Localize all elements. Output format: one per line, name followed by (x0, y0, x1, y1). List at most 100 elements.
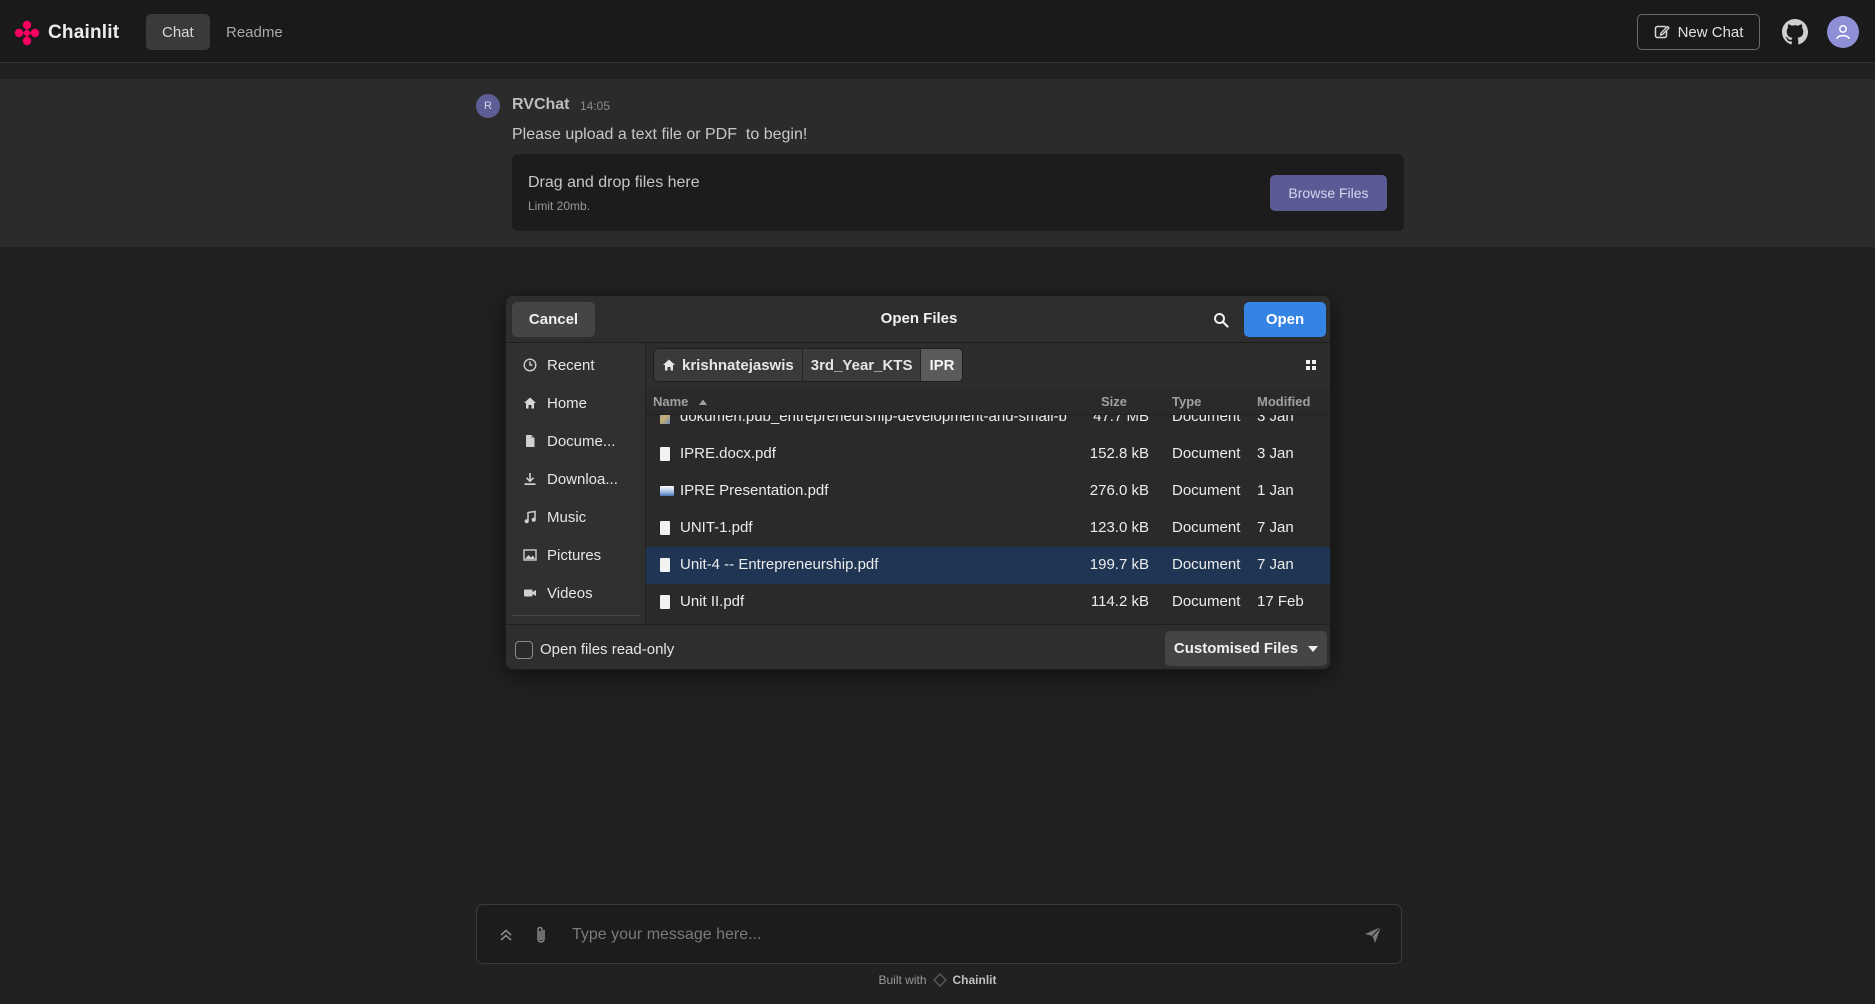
file-name: IPRE Presentation.pdf (680, 482, 829, 499)
pdf-file-icon (660, 521, 670, 535)
sidebar-divider (512, 615, 640, 616)
dropzone-title: Drag and drop files here (528, 174, 700, 191)
file-modified: 3 Jan (1257, 415, 1294, 425)
file-type: Document (1172, 445, 1241, 462)
places-sidebar: Recent Home Docume... Downloa... Music P… (506, 343, 646, 624)
chevron-down-icon (1308, 645, 1319, 652)
file-name: dokumen.pub_entrepreneurship-development… (680, 415, 1067, 425)
presentation-file-icon (660, 486, 674, 496)
file-row-selected[interactable]: Unit-4 -- Entrepreneurship.pdf 199.7 kB … (646, 547, 1330, 584)
column-name-label: Name (653, 394, 689, 409)
sort-ascending-icon (699, 399, 708, 405)
chainlit-logo[interactable]: Chainlit (14, 20, 119, 46)
breadcrumb-home[interactable]: krishnatejaswis (654, 349, 803, 381)
breadcrumb: krishnatejaswis 3rd_Year_KTS IPR (653, 348, 964, 382)
sidebar-item-documents[interactable]: Docume... (506, 422, 645, 460)
file-name: IPRE.docx.pdf (680, 445, 776, 462)
built-with-brand: Chainlit (952, 973, 997, 987)
clock-icon (523, 358, 537, 372)
built-with-label: Built with (878, 973, 927, 987)
send-button[interactable] (1363, 925, 1383, 945)
file-type: Document (1172, 593, 1241, 610)
user-icon (1836, 25, 1850, 40)
file-row[interactable]: dokumen.pub_entrepreneurship-development… (646, 415, 1330, 436)
chainlit-mark-icon (932, 973, 947, 987)
github-icon[interactable] (1782, 19, 1808, 45)
new-chat-button[interactable]: New Chat (1637, 14, 1760, 50)
dialog-footer: Open files read-only Customised Files (506, 624, 1330, 669)
breadcrumb-folder[interactable]: 3rd_Year_KTS (802, 349, 922, 381)
home-icon (523, 396, 537, 410)
file-size: 114.2 kB (1090, 593, 1149, 610)
file-size: 276.0 kB (1089, 482, 1149, 499)
message-input[interactable] (572, 919, 1332, 951)
open-button[interactable]: Open (1244, 302, 1326, 337)
sidebar-item-videos[interactable]: Videos (506, 574, 645, 612)
search-button[interactable] (1209, 308, 1233, 332)
pdf-file-icon (660, 558, 670, 572)
sidebar-item-pictures[interactable]: Pictures (506, 536, 645, 574)
search-icon (1214, 313, 1229, 328)
edit-icon (1654, 25, 1670, 39)
breadcrumb-current[interactable]: IPR (921, 349, 963, 381)
download-icon (523, 472, 537, 486)
top-bar: Chainlit Chat Readme New Chat (0, 0, 1875, 63)
video-icon (523, 586, 537, 600)
sidebar-item-label: Downloa... (547, 470, 618, 488)
sidebar-item-label: Docume... (547, 432, 616, 450)
sidebar-item-home[interactable]: Home (506, 384, 645, 422)
sidebar-item-label: Pictures (547, 546, 602, 564)
file-name: UNIT-1.pdf (680, 519, 753, 536)
file-filter-dropdown[interactable]: Customised Files (1165, 631, 1327, 666)
file-filter-label: Customised Files (1173, 640, 1299, 657)
file-type: Document (1172, 415, 1241, 425)
pdf-file-icon (660, 447, 670, 461)
chevrons-up-icon (500, 929, 512, 941)
column-name[interactable]: Name (653, 394, 708, 409)
file-row[interactable]: UNIT-1.pdf 123.0 kB Document 7 Jan (646, 510, 1330, 547)
sidebar-item-downloads[interactable]: Downloa... (506, 460, 645, 498)
document-icon (523, 434, 537, 448)
file-size: 199.7 kB (1089, 556, 1149, 573)
attach-button[interactable] (531, 925, 551, 945)
file-type: Document (1172, 556, 1241, 573)
message-time: 14:05 (580, 99, 611, 113)
sidebar-item-recent[interactable]: Recent (506, 346, 645, 384)
message-composer (476, 904, 1402, 964)
column-type[interactable]: Type (1172, 394, 1201, 409)
file-row[interactable]: Unit II.pdf 114.2 kB Document 17 Feb (646, 584, 1330, 621)
send-icon (1365, 926, 1382, 943)
new-chat-label: New Chat (1677, 23, 1744, 41)
dropzone-limit: Limit 20mb. (528, 199, 591, 213)
path-bar: krishnatejaswis 3rd_Year_KTS IPR (646, 343, 1330, 387)
column-size[interactable]: Size (1101, 394, 1127, 409)
cancel-button[interactable]: Cancel (512, 302, 595, 337)
browse-files-button[interactable]: Browse Files (1270, 175, 1387, 211)
file-modified: 7 Jan (1257, 556, 1294, 573)
file-size: 123.0 kB (1089, 519, 1149, 536)
image-file-icon (660, 415, 670, 424)
sidebar-item-music[interactable]: Music (506, 498, 645, 536)
bot-avatar: R (476, 94, 500, 118)
settings-chevron-button[interactable] (496, 925, 516, 945)
chainlit-logo-icon (14, 20, 40, 46)
readonly-label[interactable]: Open files read-only (540, 641, 674, 658)
built-with-credit[interactable]: Built with Chainlit (0, 973, 1875, 987)
file-row[interactable]: IPRE Presentation.pdf 276.0 kB Document … (646, 473, 1330, 510)
file-row[interactable]: IPRE.docx.pdf 152.8 kB Document 3 Jan (646, 436, 1330, 473)
sidebar-item-label: Home (547, 394, 588, 412)
file-size: 152.8 kB (1089, 445, 1149, 462)
tab-readme[interactable]: Readme (210, 14, 299, 50)
grid-view-icon[interactable] (1303, 357, 1319, 373)
column-modified[interactable]: Modified (1257, 394, 1310, 409)
tab-chat[interactable]: Chat (146, 14, 210, 50)
file-modified: 17 Feb (1257, 593, 1304, 610)
column-header-row: Name Size Type Modified (646, 387, 1330, 415)
pdf-file-icon (660, 595, 670, 609)
file-modified: 1 Jan (1257, 482, 1294, 499)
open-files-dialog: Open Files Cancel Open Recent Home Docum… (505, 295, 1331, 670)
readonly-checkbox[interactable] (515, 641, 533, 659)
user-avatar[interactable] (1827, 16, 1859, 48)
dialog-header: Open Files Cancel Open (506, 296, 1330, 343)
file-dropzone[interactable]: Drag and drop files here Limit 20mb. Bro… (512, 154, 1404, 231)
